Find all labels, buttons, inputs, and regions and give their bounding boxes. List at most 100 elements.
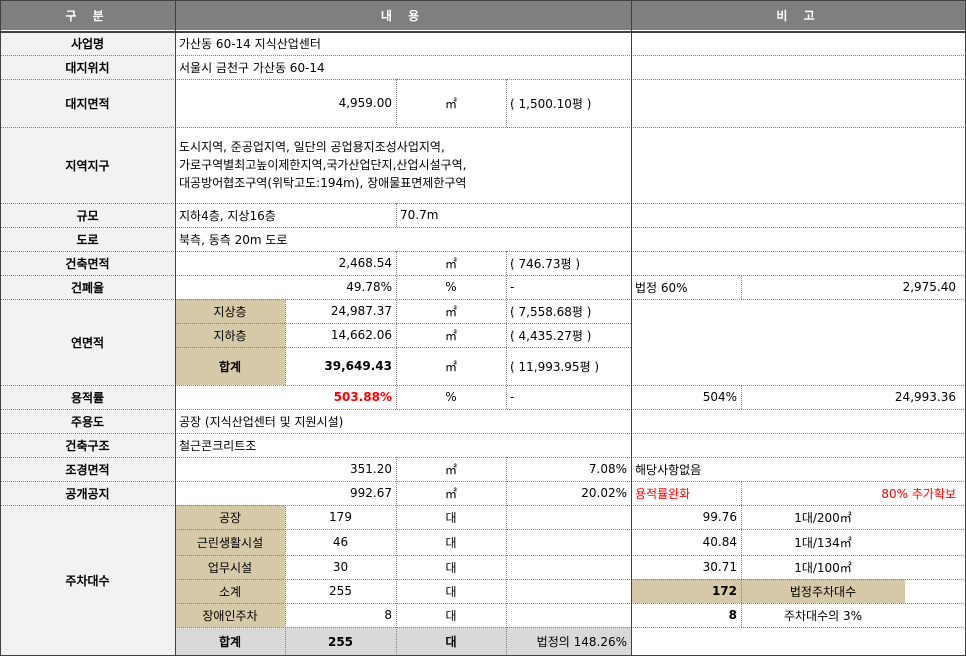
parking-office-unit: 대 (445, 560, 457, 575)
building-area-pyeong: ( 746.73평 ) (510, 256, 581, 271)
open-space-remark: 용적률완화 (635, 486, 691, 501)
grid-line (0, 385, 966, 386)
grid-line (396, 457, 397, 656)
parking-total-note: 법정의 148.26% (506, 627, 631, 656)
far-unit: % (445, 390, 457, 404)
parking-subtotal-calc: 172 (631, 579, 741, 603)
open-space-unit: ㎡ (444, 486, 457, 501)
label-open-space: 공개공지 (0, 481, 175, 505)
parking-disabled-unit: 대 (445, 608, 457, 623)
road-value: 북측, 동측 20m 도로 (179, 232, 288, 247)
label-site-area: 대지면적 (0, 79, 175, 127)
parking-disabled-basis: 주차대수의 3% (783, 608, 863, 623)
header-category: 구 분 (0, 0, 175, 30)
far-value: 503.88% (333, 390, 392, 404)
grid-line (0, 55, 966, 56)
grid-line (0, 31, 966, 33)
parking-subtotal-basis: 법정주차대수 (741, 579, 905, 603)
parking-factory-unit: 대 (445, 510, 457, 525)
label-scale: 규모 (0, 203, 175, 227)
label-building-area: 건축면적 (0, 251, 175, 275)
grid-line (506, 251, 507, 409)
grid-line (0, 433, 966, 434)
grid-line (0, 227, 966, 228)
grid-line (175, 603, 966, 604)
far-extra: - (510, 390, 515, 404)
far-remark: 504% (702, 390, 737, 404)
parking-subtotal-value: 255 (329, 584, 352, 598)
structure-value: 철근콘크리트조 (179, 438, 257, 453)
parking-factory-basis: 1대/200㎡ (794, 510, 852, 525)
parking-total-unit: 대 (396, 627, 506, 656)
parking-neighborhood-value: 46 (332, 535, 349, 549)
grid-line (175, 0, 176, 656)
parking-subtotal-unit: 대 (445, 584, 457, 599)
scale-value: 지하4층, 지상16층 (179, 208, 276, 223)
landscape-ratio: 7.08% (588, 462, 627, 476)
building-area-value: 2,468.54 (338, 256, 392, 270)
landscape-value: 351.20 (350, 462, 392, 476)
grid-line (396, 251, 397, 409)
label-landscape: 조경면적 (0, 457, 175, 481)
open-space-ratio: 20.02% (581, 486, 627, 500)
parking-subtotal-label: 소계 (175, 579, 285, 603)
floor-area-total-label: 합계 (175, 347, 285, 385)
parking-neighborhood-basis: 1대/134㎡ (794, 535, 852, 550)
grid-line (175, 627, 966, 628)
floor-area-below-label: 지하층 (175, 323, 285, 347)
grid-line (0, 457, 966, 458)
grid-line (0, 409, 966, 410)
label-far: 용적률 (0, 385, 175, 409)
grid-line (0, 481, 966, 482)
grid-line (0, 127, 966, 128)
grid-line (631, 0, 632, 656)
floor-area-total-pyeong: ( 11,993.95평 ) (510, 359, 600, 374)
floor-area-above-label: 지상층 (175, 299, 285, 323)
grid-line (396, 79, 397, 127)
floor-area-above-pyeong: ( 7,558.68평 ) (510, 304, 592, 319)
zoning-line-1: 도시지역, 준공업지역, 일단의 공업용지조성사업지역, (179, 140, 445, 154)
landscape-unit: ㎡ (444, 462, 457, 477)
label-structure: 건축구조 (0, 433, 175, 457)
floor-area-total-unit: ㎡ (444, 359, 457, 374)
floor-area-below-pyeong: ( 4,435.27평 ) (510, 328, 592, 343)
grid-line (175, 555, 966, 556)
site-area-pyeong: ( 1,500.10평 ) (510, 96, 592, 111)
parking-office-label: 업무시설 (175, 555, 285, 579)
open-space-value: 992.67 (350, 486, 392, 500)
parking-office-value: 30 (332, 560, 349, 574)
floor-area-below-unit: ㎡ (444, 328, 457, 343)
grid-line (285, 299, 286, 385)
coverage-ratio-unit: % (445, 280, 457, 294)
coverage-ratio-remark: 법정 60% (635, 280, 688, 295)
parking-office-basis: 1대/100㎡ (794, 560, 852, 575)
site-area-value: 4,959.00 (338, 96, 392, 110)
grid-line (175, 579, 966, 580)
zoning-line-2: 가로구역별최고높이제한지역,국가산업단지,산업시설구역, (179, 158, 467, 172)
label-main-use: 주용도 (0, 409, 175, 433)
parking-total-label: 합계 (175, 627, 285, 656)
zoning-value: 도시지역, 준공업지역, 일단의 공업용지조성사업지역, 가로구역별최고높이제한… (175, 127, 631, 203)
floor-area-total-value: 39,649.43 (324, 359, 392, 373)
grid-line (506, 79, 507, 127)
parking-disabled-label: 장애인주차 (175, 603, 285, 627)
coverage-ratio-value: 49.78% (346, 280, 392, 294)
scale-height: 70.7m (400, 208, 439, 222)
landscape-remark: 해당사항없음 (635, 462, 702, 477)
grid-line (0, 299, 966, 300)
parking-total-value: 255 (285, 627, 396, 656)
grid-line (0, 79, 966, 80)
grid-line (175, 323, 631, 324)
parking-neighborhood-unit: 대 (445, 535, 457, 550)
header-remarks: 비 고 (631, 0, 966, 30)
grid-line (175, 347, 631, 348)
label-zoning: 지역지구 (0, 127, 175, 203)
parking-factory-calc: 99.76 (702, 510, 737, 524)
coverage-ratio-extra: - (510, 280, 515, 294)
far-remark-value: 24,993.36 (894, 390, 956, 404)
parking-disabled-calc: 8 (728, 608, 737, 622)
label-project-name: 사업명 (0, 32, 175, 55)
spreadsheet: 구 분 내 용 비 고 사업명 대지위치 대지면적 지역지구 규모 도로 건축면… (0, 0, 966, 656)
project-name-value: 가산동 60-14 지식산업센터 (179, 37, 321, 51)
grid-line (175, 529, 966, 530)
